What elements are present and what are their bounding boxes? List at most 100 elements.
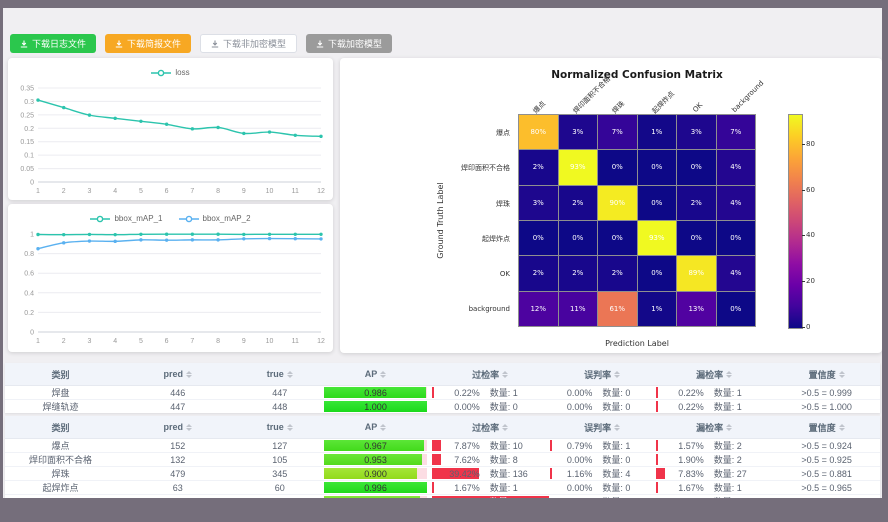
map-chart-card: bbox_mAP_1 bbox_mAP_2 00.20.40.60.8112345… [8,204,333,352]
column-header-pred[interactable]: pred [116,363,239,386]
matrix-cell: 1% [638,115,677,149]
cell-mis: 0.00%数量: 0 [549,481,655,495]
table-row: 爆点1521270.9677.87%数量: 100.79%数量: 11.57%数… [5,439,880,453]
sort-caret-icon[interactable] [186,424,192,431]
svg-text:4: 4 [113,338,117,345]
sort-caret-icon[interactable] [380,424,386,431]
table-row: 焊印面积不合格1321050.9537.62%数量: 80.00%数量: 01.… [5,453,880,467]
download-report-button[interactable]: 下载简报文件 [105,34,191,53]
cell-over: 7.62%数量: 8 [431,453,549,467]
sort-caret-icon[interactable] [614,371,620,378]
metrics-table: 类别predtrueAP过检率误判率漏检率置信度焊盘4464470.9860.2… [5,363,880,413]
column-header-label: 过检率 [472,421,499,434]
cell-mis: 1.16%数量: 4 [549,467,655,481]
svg-text:11: 11 [292,338,299,345]
cell-ap: 0.929 [320,495,431,499]
table-row: 焊缝轨迹4474481.0000.00%数量: 00.00%数量: 00.22%… [5,400,880,414]
cell-category: 焊珠 [5,467,116,481]
sort-caret-icon[interactable] [287,424,293,431]
sort-caret-icon[interactable] [502,371,508,378]
svg-text:0.15: 0.15 [20,139,34,146]
legend-label: bbox_mAP_1 [114,214,162,223]
column-header-mis[interactable]: 误判率 [549,363,655,386]
column-header-conf[interactable]: 置信度 [773,363,880,386]
matrix-cell: 0% [638,186,677,220]
matrix-cell: 0% [677,221,716,255]
download-encrypted-model-button[interactable]: 下载加密模型 [306,34,392,53]
column-header-conf[interactable]: 置信度 [773,416,880,439]
matrix-cell: 4% [717,150,756,184]
column-header-over[interactable]: 过检率 [431,363,549,386]
matrix-cell: 2% [559,186,598,220]
legend-label: bbox_mAP_2 [203,214,251,223]
matrix-row-label: background [390,305,510,313]
colorbar [788,114,803,329]
column-header-ap[interactable]: AP [320,363,431,386]
cell-true: 345 [240,467,321,481]
download-plain-model-button[interactable]: 下载非加密模型 [200,34,297,53]
matrix-cell: 4% [717,256,756,290]
matrix-cell: 0% [559,221,598,255]
matrix-cell: 7% [598,115,637,149]
column-header-miss[interactable]: 漏检率 [655,416,773,439]
cell-miss: 1.90%数量: 2 [655,453,773,467]
column-header-pred[interactable]: pred [116,416,239,439]
button-label: 下载日志文件 [32,37,86,50]
sort-caret-icon[interactable] [287,371,293,378]
cell-ap: 0.967 [320,439,431,453]
column-header-label: 类别 [52,368,70,381]
sort-caret-icon[interactable] [726,424,732,431]
column-header-over[interactable]: 过检率 [431,416,549,439]
matrix-cell: 0% [638,256,677,290]
download-log-button[interactable]: 下载日志文件 [10,34,96,53]
ap-bar: 0.986 [324,387,427,398]
matrix-cell: 13% [677,292,716,326]
legend-item-loss[interactable]: loss [151,68,189,77]
column-header-miss[interactable]: 漏检率 [655,363,773,386]
cell-miss: 0.22%数量: 1 [655,400,773,414]
confusion-matrix-title: Normalized Confusion Matrix [518,69,756,81]
cell-true: 100 [240,495,321,499]
matrix-cell: 0% [598,221,637,255]
legend-item-bbox_mAP_2[interactable]: bbox_mAP_2 [179,214,251,223]
loss-chart-legend: loss [8,58,333,80]
matrix-cell: 93% [638,221,677,255]
sort-caret-icon[interactable] [839,424,845,431]
matrix-cell: 1% [638,292,677,326]
matrix-cell: 0% [598,150,637,184]
sort-caret-icon[interactable] [502,424,508,431]
sort-caret-icon[interactable] [380,371,386,378]
cell-pred: 63 [116,481,239,495]
legend-line-icon [90,215,110,223]
sort-caret-icon[interactable] [614,424,620,431]
cell-over: 1.67%数量: 1 [431,481,549,495]
column-header-mis[interactable]: 误判率 [549,416,655,439]
column-header-label: pred [164,369,184,379]
svg-text:0.25: 0.25 [20,112,34,119]
column-header-true[interactable]: true [240,363,321,386]
cell-ap: 1.000 [320,400,431,414]
column-header-ap[interactable]: AP [320,416,431,439]
column-header-true[interactable]: true [240,416,321,439]
matrix-cell: 0% [717,292,756,326]
cell-pred: 132 [116,453,239,467]
matrix-column-label: 起焊炸点 [650,89,677,116]
sort-caret-icon[interactable] [726,371,732,378]
download-icon [316,40,324,48]
cell-ap: 0.996 [320,481,431,495]
map-chart: 00.20.40.60.81123456789101112 [8,226,333,352]
svg-text:7: 7 [190,188,194,195]
sort-caret-icon[interactable] [186,371,192,378]
cell-mis: 0.00%数量: 0 [549,400,655,414]
map-chart-legend: bbox_mAP_1 bbox_mAP_2 [8,204,333,226]
svg-text:4: 4 [113,188,117,195]
download-icon [20,40,28,48]
colorbar-tick-label: 60 [806,186,815,194]
matrix-cell: 11% [559,292,598,326]
ap-bar: 0.967 [324,440,427,451]
column-header-label: true [267,422,284,432]
sort-caret-icon[interactable] [839,371,845,378]
matrix-cell: 93% [559,150,598,184]
legend-item-bbox_mAP_1[interactable]: bbox_mAP_1 [90,214,162,223]
button-label: 下载加密模型 [328,37,382,50]
